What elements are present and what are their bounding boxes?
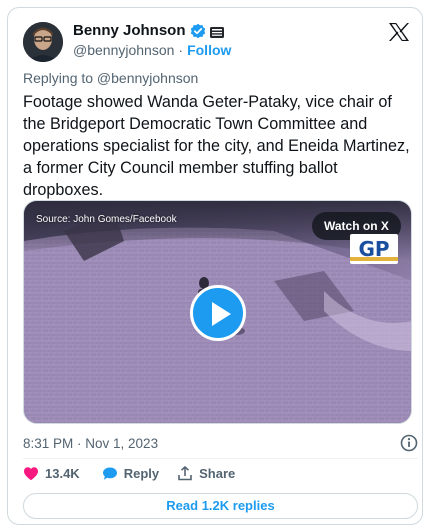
- tweet-timestamp[interactable]: 8:31 PM · Nov 1, 2023: [23, 436, 158, 451]
- info-icon[interactable]: [400, 434, 418, 452]
- play-icon: [212, 302, 231, 326]
- like-count: 13.4K: [45, 466, 80, 481]
- separator-dot: ·: [178, 42, 184, 58]
- play-button[interactable]: [190, 285, 246, 341]
- read-replies-button[interactable]: Read 1.2K replies: [23, 493, 418, 519]
- reply-icon: [102, 467, 117, 480]
- tweet-card: Benny Johnson @bennyjohnson · Follow Rep…: [7, 7, 423, 525]
- gp-logo-stripe: [350, 257, 398, 261]
- share-button[interactable]: Share: [177, 466, 235, 481]
- share-icon: [178, 466, 192, 481]
- heart-icon: [24, 467, 38, 481]
- gp-logo: GP: [350, 234, 398, 264]
- avatar[interactable]: [23, 22, 63, 62]
- author-handle[interactable]: @bennyjohnson: [73, 42, 174, 58]
- video-player[interactable]: Source: John Gomes/Facebook Watch on X G…: [23, 200, 412, 424]
- action-bar: 13.4K Reply Share: [23, 466, 235, 481]
- like-button[interactable]: 13.4K: [23, 466, 80, 481]
- tweet-text: Footage showed Wanda Geter-Pataky, vice …: [23, 93, 410, 199]
- divider: [23, 458, 418, 459]
- gov-badge-icon: [209, 25, 224, 38]
- video-source-label: Source: John Gomes/Facebook: [36, 214, 177, 225]
- follow-button[interactable]: Follow: [187, 42, 231, 58]
- x-logo-icon[interactable]: [388, 22, 410, 42]
- reply-label: Reply: [123, 466, 160, 481]
- reply-button[interactable]: Reply: [102, 466, 159, 481]
- author-name-row: Benny Johnson: [73, 22, 224, 39]
- replying-to[interactable]: Replying to @bennyjohnson: [23, 70, 198, 86]
- author-handle-row: @bennyjohnson · Follow: [73, 42, 231, 58]
- verified-icon: [190, 23, 206, 39]
- share-label: Share: [199, 466, 236, 481]
- author-display-name[interactable]: Benny Johnson: [73, 22, 186, 39]
